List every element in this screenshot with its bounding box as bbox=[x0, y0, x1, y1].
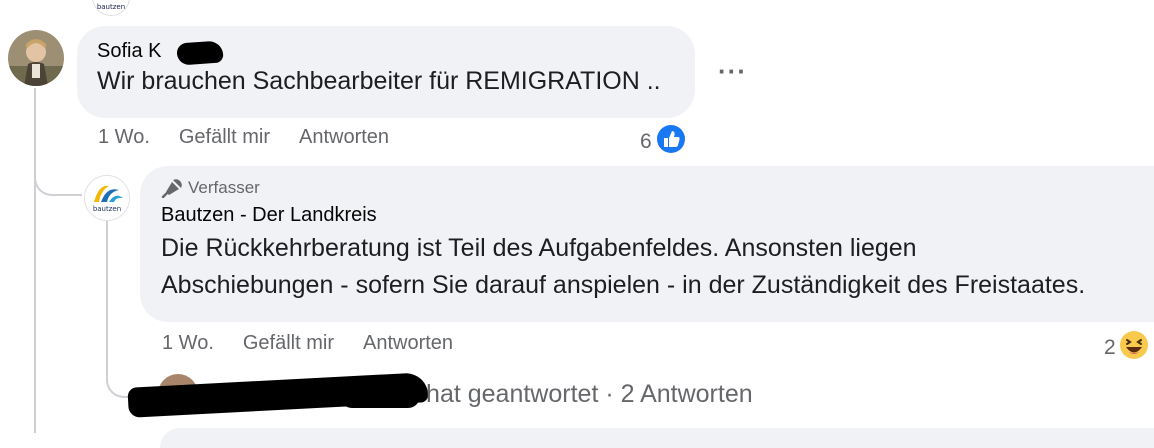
author-badge-label: Verfasser bbox=[188, 178, 260, 197]
reply-text-line2: Abschiebungen - sofern Sie darauf anspie… bbox=[161, 271, 1086, 299]
reaction-count: 6 bbox=[640, 130, 652, 153]
reply-button[interactable]: Antworten bbox=[299, 126, 389, 149]
avatar-previous[interactable]: bautzen bbox=[92, 0, 130, 16]
redaction-nested-overlap bbox=[340, 382, 420, 408]
comment-actions: 1 Wo. Gefällt mir Antworten bbox=[98, 126, 418, 149]
reply-actions: 1 Wo. Gefällt mir Antworten bbox=[162, 332, 482, 355]
svg-text:bautzen: bautzen bbox=[97, 3, 125, 11]
reaction-summary[interactable]: 6 bbox=[640, 122, 688, 162]
reply-reply-button[interactable]: Antworten bbox=[363, 332, 453, 355]
redaction-author bbox=[176, 40, 224, 66]
comment-bubble-sofia: Sofia K Wir brauchen Sachbearbeiter für … bbox=[77, 26, 695, 118]
comment-time[interactable]: 1 Wo. bbox=[98, 126, 150, 149]
thread-curve-reply bbox=[34, 150, 82, 196]
nested-replies-text: hat geantwortet · 2 Antworten bbox=[426, 380, 753, 408]
more-options-button[interactable]: ··· bbox=[718, 56, 747, 87]
like-icon bbox=[654, 122, 688, 162]
reply-author[interactable]: Bautzen - Der Landkreis bbox=[161, 204, 1154, 227]
like-button[interactable]: Gefällt mir bbox=[179, 126, 270, 149]
view-replies-link[interactable]: darf hat geantwortet · 2 Antworten bbox=[370, 380, 753, 409]
reply-text-line1: Die Rückkehrberatung ist Teil des Aufgab… bbox=[161, 234, 917, 262]
reply-like-button[interactable]: Gefällt mir bbox=[243, 332, 334, 355]
haha-icon bbox=[1117, 328, 1151, 368]
reply-reaction-count: 2 bbox=[1104, 336, 1116, 359]
avatar-bautzen[interactable]: bautzen bbox=[84, 175, 130, 221]
author-badge: Verfasser bbox=[161, 178, 1154, 198]
reply-bubble-bautzen: Verfasser Bautzen - Der Landkreis Die Rü… bbox=[140, 166, 1154, 322]
thread-line-main bbox=[34, 88, 36, 433]
avatar-logo-text: bautzen bbox=[93, 205, 121, 213]
microphone-icon bbox=[161, 178, 183, 198]
reply-reaction-summary[interactable]: 2 bbox=[1104, 328, 1151, 368]
avatar-sofia[interactable] bbox=[8, 30, 64, 86]
reply-time[interactable]: 1 Wo. bbox=[162, 332, 214, 355]
comment-text: Wir brauchen Sachbearbeiter für REMIGRAT… bbox=[97, 67, 661, 95]
next-comment-bubble bbox=[160, 428, 1154, 448]
